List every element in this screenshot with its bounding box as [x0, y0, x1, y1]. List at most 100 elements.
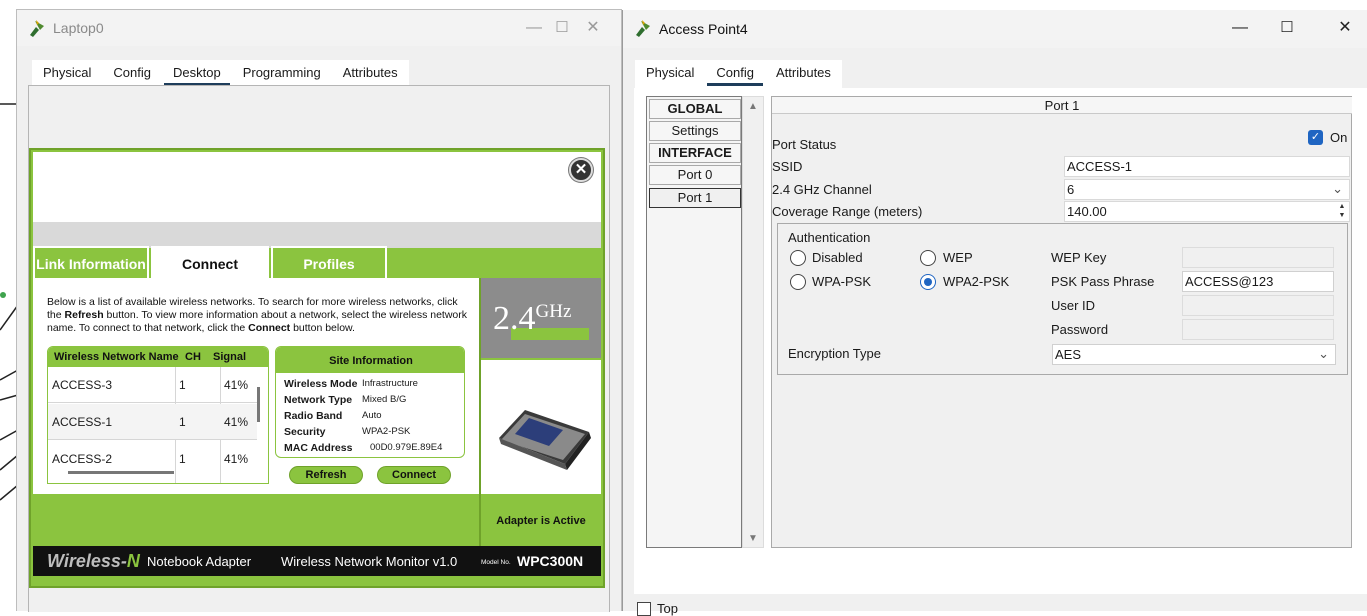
radio-wep[interactable] — [920, 250, 936, 266]
nav-port-1[interactable]: Port 1 — [649, 188, 741, 208]
radio-wpa-psk-label: WPA-PSK — [812, 274, 871, 289]
ghz-badge: 2.4GHz — [481, 278, 601, 358]
connect-button[interactable]: Connect — [377, 466, 451, 484]
network-signal: 41% — [224, 378, 249, 392]
channel-label: 2.4 GHz Channel — [772, 182, 872, 197]
nav-settings[interactable]: Settings — [649, 121, 741, 141]
network-channel: 1 — [179, 452, 186, 466]
ap-config-content: GLOBAL Settings INTERFACE Port 0 Port 1 … — [634, 88, 1367, 594]
nav-global[interactable]: GLOBAL — [649, 99, 741, 119]
ghz-label: 2.4GHz — [493, 300, 572, 337]
laptop-titlebar[interactable]: Laptop0 — ☐ ✕ — [17, 10, 621, 46]
tab-profiles[interactable]: Profiles — [271, 246, 387, 278]
channel-select[interactable]: 6 ⌄ — [1064, 179, 1350, 200]
connect-description: Below is a list of available wireless ne… — [47, 296, 468, 334]
minimize-button[interactable]: — — [519, 16, 549, 40]
tab-attributes[interactable]: Attributes — [332, 60, 409, 86]
spin-arrows-icon[interactable]: ▲ ▼ — [1336, 202, 1348, 221]
user-id-field[interactable] — [1182, 295, 1334, 316]
tab-physical[interactable]: Physical — [635, 60, 705, 86]
laptop-window: Laptop0 — ☐ ✕ Physical Config Desktop Pr… — [16, 9, 622, 612]
monitor-footer: Wireless-N Notebook Adapter Wireless Net… — [33, 546, 601, 576]
coverage-label: Coverage Range (meters) — [772, 204, 923, 219]
adapter-status: Adapter is Active — [496, 515, 586, 527]
close-button[interactable]: ✕ — [1330, 16, 1360, 40]
tab-link-information[interactable]: Link Information — [33, 246, 149, 278]
refresh-button[interactable]: Refresh — [289, 466, 363, 484]
ap-tabbar: Physical Config Attributes — [635, 60, 842, 88]
adapter-card-image — [481, 360, 601, 494]
encryption-type-select[interactable]: AES ⌄ — [1052, 344, 1336, 365]
chevron-down-icon: ⌄ — [1332, 181, 1343, 196]
radio-disabled[interactable] — [790, 250, 806, 266]
network-list-vertical-scrollbar[interactable] — [257, 387, 260, 422]
network-channel: 1 — [179, 415, 186, 429]
radio-wpa2-psk[interactable] — [920, 274, 936, 290]
scroll-down-icon[interactable]: ▼ — [748, 533, 758, 544]
coverage-spinbox[interactable]: 140.00 ▲ ▼ — [1064, 201, 1350, 222]
network-signal: 41% — [224, 415, 249, 429]
authentication-title: Authentication — [788, 230, 871, 245]
encryption-type-label: Encryption Type — [788, 346, 881, 361]
laptop-tabbar: Physical Config Desktop Programming Attr… — [32, 60, 409, 86]
user-id-label: User ID — [1051, 298, 1096, 313]
column-network-name: Wireless Network Name — [54, 351, 179, 363]
wep-key-field[interactable] — [1182, 247, 1334, 268]
network-list-header: Wireless Network Name CH Signal — [48, 347, 268, 367]
product-name: Notebook Adapter — [147, 554, 252, 569]
network-row[interactable]: ACCESS-3 1 41% — [48, 367, 257, 403]
scroll-up-icon[interactable]: ▲ — [748, 101, 758, 112]
psk-pass-phrase-label: PSK Pass Phrase — [1051, 274, 1155, 289]
tab-connect[interactable]: Connect — [151, 246, 269, 278]
config-nav-list: GLOBAL Settings INTERFACE Port 0 Port 1 — [646, 96, 742, 548]
access-point-window: Access Point4 — ☐ ✕ Physical Config Attr… — [622, 10, 1367, 616]
wep-key-label: WEP Key — [1051, 250, 1107, 265]
monitor-name: Wireless Network Monitor v1.0 — [281, 554, 458, 569]
port-status-label: Port Status — [772, 137, 837, 152]
tab-desktop[interactable]: Desktop — [162, 60, 232, 86]
packet-tracer-icon — [30, 20, 44, 37]
tab-config[interactable]: Config — [705, 60, 765, 86]
site-information-title: Site Information — [276, 347, 464, 373]
column-ch: CH — [185, 351, 201, 363]
monitor-header-area — [33, 152, 601, 222]
top-checkbox[interactable] — [637, 602, 651, 616]
maximize-button[interactable]: ☐ — [1272, 16, 1302, 40]
maximize-button[interactable]: ☐ — [547, 16, 577, 40]
ap-window-title: Access Point4 — [659, 21, 748, 37]
port-status-checkbox[interactable]: ✓ — [1308, 130, 1323, 145]
network-row[interactable]: ACCESS-1 1 41% — [48, 404, 257, 440]
network-name: ACCESS-3 — [52, 378, 113, 392]
monitor-close-icon[interactable]: ✕ — [569, 158, 593, 182]
minimize-button[interactable]: — — [1225, 16, 1255, 40]
radio-wpa-psk[interactable] — [790, 274, 806, 290]
nav-interface[interactable]: INTERFACE — [649, 143, 741, 163]
network-list-horizontal-scrollbar[interactable] — [68, 471, 174, 474]
tab-programming[interactable]: Programming — [232, 60, 332, 86]
port-settings-panel: Port 1 Port Status ✓ On SSID ACCESS-1 2.… — [771, 96, 1352, 548]
tab-config[interactable]: Config — [102, 60, 162, 86]
password-field[interactable] — [1182, 319, 1334, 340]
top-checkbox-label: Top — [657, 601, 678, 616]
column-signal: Signal — [213, 351, 247, 363]
monitor-grey-band — [33, 222, 601, 248]
tab-attributes[interactable]: Attributes — [765, 60, 842, 86]
nav-scrollbar[interactable]: ▲ ▼ — [742, 96, 764, 548]
ssid-field[interactable]: ACCESS-1 — [1064, 156, 1350, 177]
connect-panel: Below is a list of available wireless ne… — [33, 278, 479, 494]
network-name: ACCESS-2 — [52, 452, 113, 466]
network-channel: 1 — [179, 378, 186, 392]
packet-tracer-icon — [636, 20, 650, 37]
tab-physical[interactable]: Physical — [32, 60, 102, 86]
chevron-down-icon: ⌄ — [1318, 346, 1329, 361]
site-information-panel: Site Information Wireless Mode Infrastruc… — [275, 346, 465, 458]
radio-wpa2-psk-label: WPA2-PSK — [943, 274, 1010, 289]
pc-card-icon — [499, 410, 591, 470]
psk-pass-phrase-field[interactable]: ACCESS@123 — [1182, 271, 1334, 292]
close-button[interactable]: ✕ — [578, 16, 608, 40]
password-label: Password — [1051, 322, 1109, 337]
nav-port-0[interactable]: Port 0 — [649, 165, 741, 185]
port-header: Port 1 — [772, 97, 1352, 114]
wireless-network-list: Wireless Network Name CH Signal ACCESS-3… — [47, 346, 269, 484]
ap-titlebar[interactable]: Access Point4 — ☐ ✕ — [623, 10, 1367, 48]
